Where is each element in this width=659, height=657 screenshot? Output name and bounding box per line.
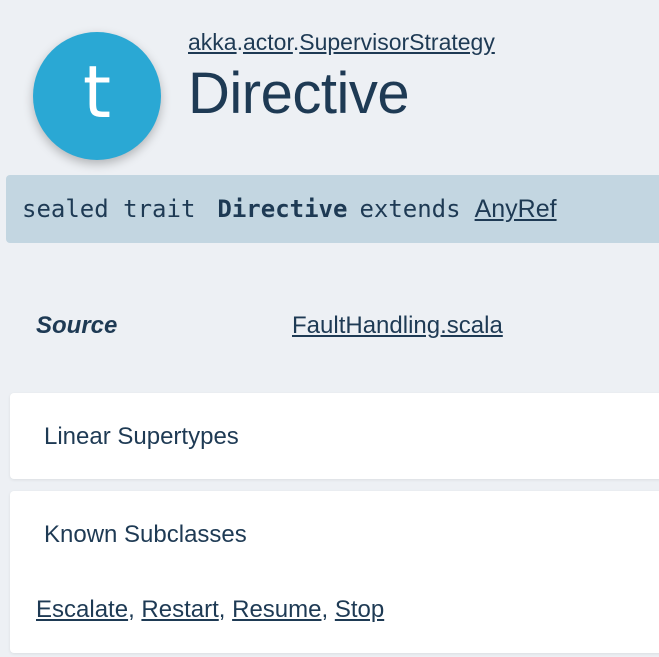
signature-modifiers: sealed trait [22,195,196,223]
type-signature: sealed trait Directive extends AnyRef [6,175,659,243]
subclass-list: Escalate, Restart, Resume, Stop [36,596,384,624]
breadcrumb-link-supervisorstrategy[interactable]: SupervisorStrategy [299,29,495,55]
source-row: Source FaultHandling.scala [0,300,659,350]
source-label: Source [36,312,118,339]
subclass-separator: , [321,596,335,623]
breadcrumb-link-akka[interactable]: akka [188,29,237,55]
trait-badge-letter: t [82,50,112,134]
subclass-link-escalate[interactable]: Escalate [36,596,128,623]
source-file-link[interactable]: FaultHandling.scala [292,312,503,340]
subclass-link-resume[interactable]: Resume [232,596,321,623]
subclass-separator: , [128,596,142,623]
signature-extends-keyword: extends [359,195,461,223]
known-subclasses-title[interactable]: Known Subclasses [44,521,247,549]
subclass-separator: , [218,596,233,623]
subclass-link-restart[interactable]: Restart [141,596,218,623]
trait-badge: t [33,32,161,160]
subclass-link-stop[interactable]: Stop [335,596,384,623]
linear-supertypes-section[interactable]: Linear Supertypes [10,393,659,479]
breadcrumb: akka.actor.SupervisorStrategy [188,29,495,56]
known-subclasses-section: Known Subclasses Escalate, Restart, Resu… [10,491,659,653]
breadcrumb-link-actor[interactable]: actor [243,29,293,55]
linear-supertypes-title[interactable]: Linear Supertypes [44,423,239,451]
signature-name: Directive [217,195,348,223]
signature-parent-link[interactable]: AnyRef [475,195,557,224]
page-header: t akka.actor.SupervisorStrategy Directiv… [0,0,659,170]
page-title: Directive [188,61,410,126]
